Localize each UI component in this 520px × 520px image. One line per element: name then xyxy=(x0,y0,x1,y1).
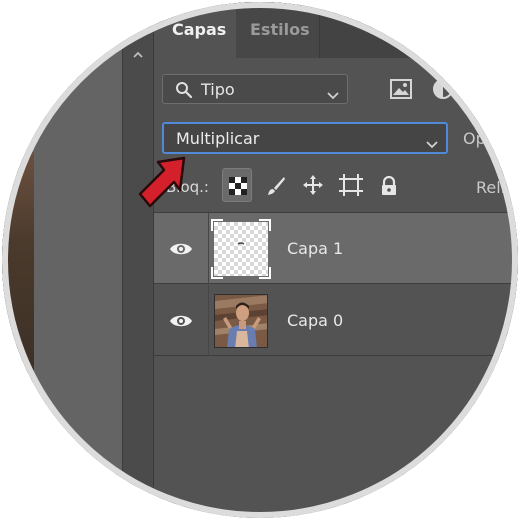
zoom-circle: Capas Estilos Tipo Multiplicar Op Bloq.:… xyxy=(2,2,518,518)
lock-all-button[interactable] xyxy=(374,168,404,202)
chevron-down-icon xyxy=(327,85,339,104)
chevron-down-icon xyxy=(426,134,438,153)
eye-icon xyxy=(170,315,192,327)
filter-value: Tipo xyxy=(201,80,235,99)
visibility-toggle[interactable] xyxy=(154,213,209,283)
tab-capas[interactable]: Capas xyxy=(154,2,236,58)
lock-image-pixels-button[interactable] xyxy=(260,168,290,202)
blend-mode-select[interactable]: Multiplicar xyxy=(162,122,448,154)
visibility-toggle[interactable] xyxy=(154,285,209,355)
layers-panel: Capas Estilos Tipo Multiplicar Op Bloq.:… xyxy=(154,2,518,518)
portrait-thumbnail xyxy=(215,295,267,347)
layer-name[interactable]: Capa 0 xyxy=(287,311,343,330)
red-arrow-annotation xyxy=(138,156,186,208)
lock-row: Bloq.: Rell xyxy=(154,164,518,208)
fill-label: Rell xyxy=(476,178,506,197)
canvas-photo-edge xyxy=(2,152,34,382)
move-icon xyxy=(303,175,323,195)
artboard-icon xyxy=(339,174,363,196)
layer-row-capa-0[interactable]: Capa 0 xyxy=(154,285,518,356)
layer-name[interactable]: Capa 1 xyxy=(287,239,343,258)
panel-tab-bar: Capas Estilos xyxy=(154,2,518,58)
lock-transparent-pixels-button[interactable] xyxy=(222,168,252,202)
blend-mode-value: Multiplicar xyxy=(176,129,260,148)
brush-icon xyxy=(268,177,285,195)
layer-row-capa-1[interactable]: Capa 1 xyxy=(154,213,518,284)
brush-stroke-mark xyxy=(237,242,245,245)
search-icon xyxy=(175,81,193,103)
adjustment-filter-icon[interactable] xyxy=(432,78,454,104)
tab-label: Capas xyxy=(172,20,227,39)
lock-transparent-icon xyxy=(229,177,247,195)
lock-position-button[interactable] xyxy=(298,168,328,202)
lock-artboard-button[interactable] xyxy=(336,168,366,202)
eye-icon xyxy=(170,243,192,255)
tab-label: Estilos xyxy=(250,20,310,39)
opacity-label: Op xyxy=(463,129,486,148)
lock-icon xyxy=(382,176,396,195)
image-filter-icon[interactable] xyxy=(390,79,412,103)
tab-estilos[interactable]: Estilos xyxy=(236,2,320,58)
chevron-up-icon[interactable] xyxy=(132,46,144,58)
canvas-area xyxy=(2,2,122,518)
layer-thumbnail xyxy=(211,219,271,279)
layer-thumbnail-photo xyxy=(214,294,268,348)
panel-dock-strip xyxy=(122,2,154,518)
layer-filter-select[interactable]: Tipo xyxy=(162,74,348,104)
